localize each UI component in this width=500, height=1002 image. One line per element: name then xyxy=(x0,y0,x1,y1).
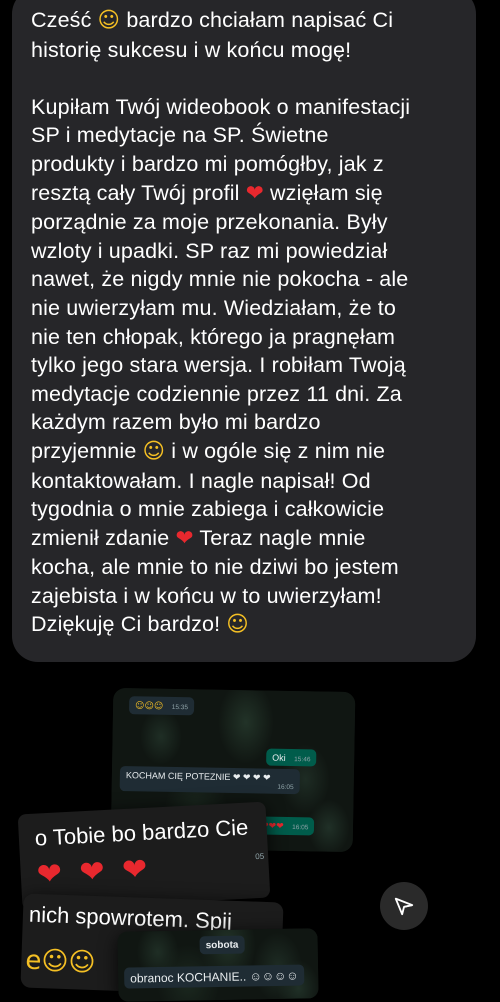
message-line: Teraz nagle mnie xyxy=(199,525,366,550)
message-line: przyjemnie xyxy=(31,438,137,463)
message-time: 16:05 xyxy=(292,824,309,832)
message-line: i w ogóle się z nim nie xyxy=(171,438,386,463)
message-line: resztą cały Twój profil xyxy=(31,180,240,205)
message-line: wzloty i upadki. SP raz mi powiedział xyxy=(31,238,388,263)
message-line: zajebista i w końcu w to uwierzyłam! xyxy=(31,583,382,608)
send-arrow-icon xyxy=(394,897,414,916)
heart-icon: ❤ xyxy=(245,180,264,206)
smiling-face-with-hearts-icon: ☺ xyxy=(142,438,166,464)
message-line: kocha, ale mnie to nie dziwi bo jestem xyxy=(31,555,399,580)
message-line: kontaktowałam. I nagle napisał! Od xyxy=(31,468,371,493)
message-line: porządnie za moje przekonania. Były xyxy=(31,210,388,235)
message-line: zmienił zdanie xyxy=(31,525,170,550)
message-line: nawet, że nigdy mnie nie pokocha - ale xyxy=(31,267,409,292)
emoji-row: e☺☺ xyxy=(24,945,97,979)
message-line: medytacje codziennie przez 11 dni. Za xyxy=(31,381,402,406)
outgoing-message: Oki 15:46 xyxy=(266,748,317,767)
message-line: SP i medytacje na SP. Świetne xyxy=(31,123,329,148)
date-label: sobota xyxy=(199,935,245,955)
message-line: nie ten chłopak, którego ja pragnęłam xyxy=(31,324,396,349)
greeting-text: Cześć xyxy=(31,8,92,32)
message-line: nie uwierzyłam mu. Wiedziałam, że to xyxy=(31,295,397,320)
greeting-text-2: bardzo chciałam napisać Ci xyxy=(126,8,394,32)
heart-icon: ❤ xyxy=(175,525,194,551)
message-line: każdym razem było mi bardzo xyxy=(31,410,321,435)
message-text: Cześć ☺ bardzo chciałam napisać Ci histo… xyxy=(31,6,471,640)
incoming-message: obranoc KOCHANIE.. ☺☺☺☺ xyxy=(124,964,305,989)
incoming-message: KOCHAM CIĘ POTEZNIE ❤ ❤ ❤ ❤ 16:05 xyxy=(119,766,301,795)
message-time: 05 xyxy=(255,851,265,862)
share-button[interactable] xyxy=(380,882,428,930)
smiling-face-with-hearts-icon: ☺ xyxy=(226,612,249,638)
message-line: Kupiłam Twój wideobook o manifestacji xyxy=(31,94,411,119)
message-time: 15:35 xyxy=(171,703,189,712)
chat-screenshot-bottom-right: sobota obranoc KOCHANIE.. ☺☺☺☺ xyxy=(117,928,319,1002)
message-line: tygodnia o mnie zabiega i całkowicie xyxy=(31,497,385,522)
message-line: wzięłam się xyxy=(270,180,383,205)
message-line: historię sukcesu i w końcu mogę! xyxy=(31,37,352,62)
emoji-message: ☺☺☺ 15:35 xyxy=(128,696,195,716)
message-line: produkty i bardzo mi pomógłby, jak z xyxy=(31,151,384,176)
message-line: tylko jego stara wersja. I robiłam Twoją xyxy=(31,353,406,378)
smiling-face-icon: ☺ xyxy=(97,8,121,33)
message-line: Dziękuję Ci bardzo! xyxy=(31,612,221,637)
message-time: 15:46 xyxy=(294,756,311,764)
heart-icons: ❤ ❤ ❤ xyxy=(35,851,153,893)
